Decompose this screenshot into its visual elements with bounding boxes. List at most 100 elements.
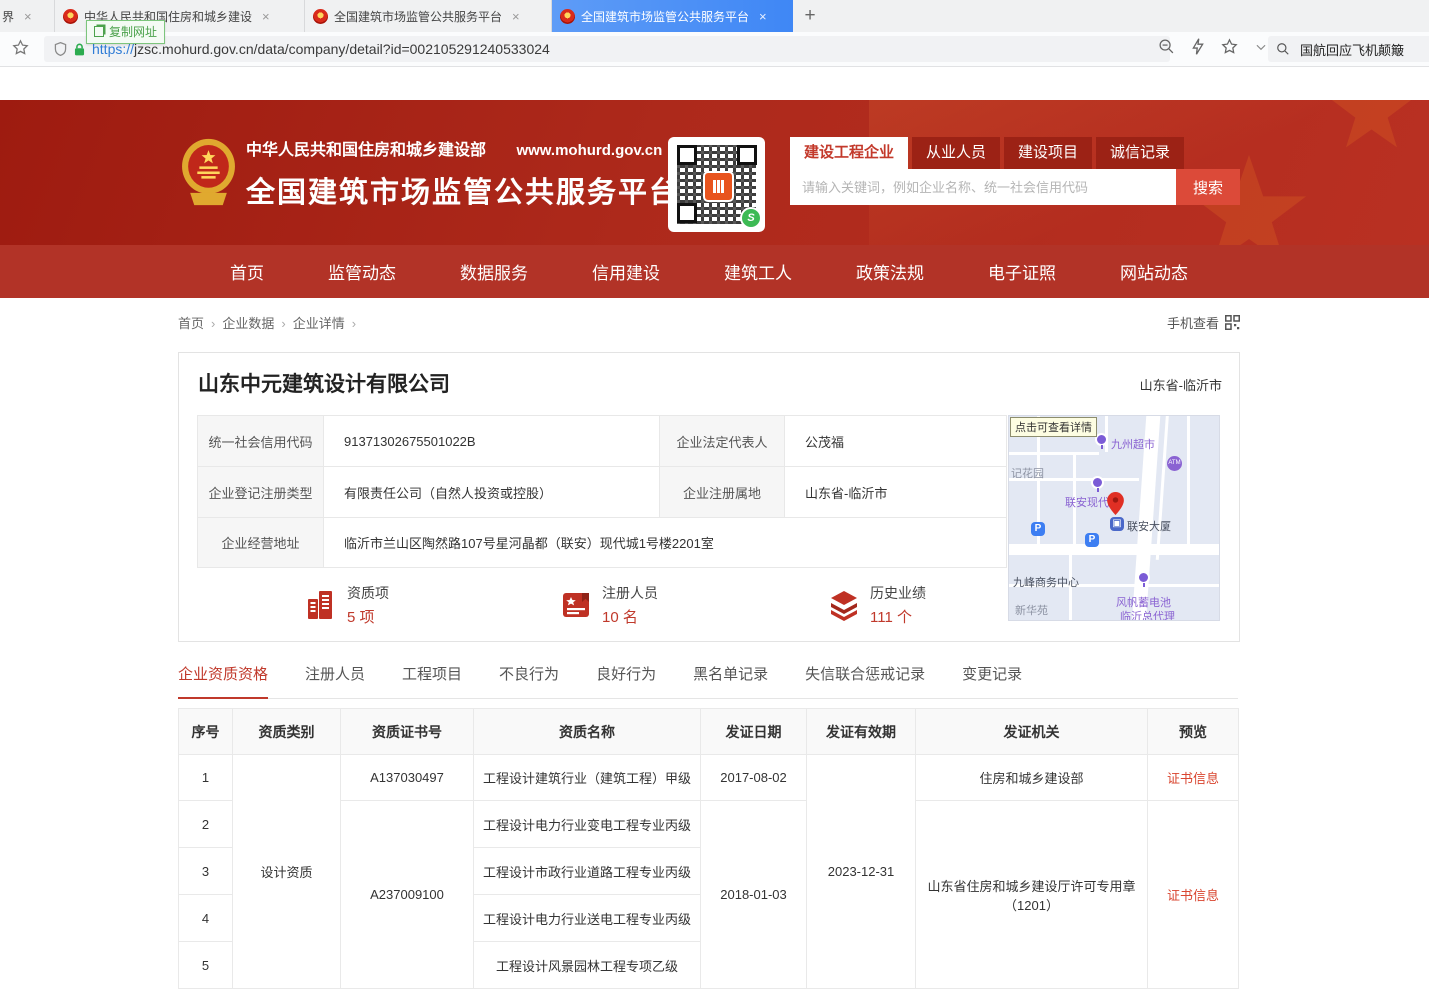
- secure-lock-icon: [74, 43, 85, 56]
- flash-reader-icon[interactable]: [1191, 38, 1205, 55]
- search-tab-credit[interactable]: 诚信记录: [1096, 137, 1184, 169]
- col-seq: 序号: [179, 709, 233, 755]
- breadcrumb-home[interactable]: 首页: [178, 316, 204, 331]
- bookmark-star-icon[interactable]: [12, 39, 29, 56]
- company-info-table: 统一社会信用代码 91371302675501022B 企业法定代表人 公茂福 …: [197, 415, 1007, 568]
- nav-item-e-license[interactable]: 电子证照: [988, 259, 1056, 284]
- site-banner: 中华人民共和国住房和城乡建设部 www.mohurd.gov.cn 全国建筑市场…: [0, 100, 1429, 245]
- tab-projects[interactable]: 工程项目: [402, 663, 462, 698]
- stat-historical-performance: 历史业绩 111 个: [827, 583, 926, 627]
- stat-registered-personnel: 注册人员 10 名: [559, 583, 658, 627]
- certificate-info-link[interactable]: 证书信息: [1167, 888, 1219, 903]
- quick-search-box[interactable]: [1268, 36, 1429, 62]
- tab-bad-behavior[interactable]: 不良行为: [499, 663, 559, 698]
- col-issue-date: 发证日期: [701, 709, 807, 755]
- tab-dishonesty-records[interactable]: 失信联合惩戒记录: [805, 663, 925, 698]
- search-button[interactable]: 搜索: [1176, 169, 1240, 205]
- emblem-favicon-icon: [560, 9, 575, 24]
- info-label: 企业注册属地: [660, 467, 785, 518]
- stat-value: 111 个: [870, 606, 926, 627]
- search-tab-enterprise[interactable]: 建设工程企业: [790, 137, 908, 169]
- stat-label: 资质项: [347, 583, 389, 603]
- tab-title: 全国建筑市场监管公共服务平台: [581, 8, 749, 25]
- browser-tab-partial[interactable]: 界 ×: [0, 0, 55, 32]
- company-summary-panel: 山东中元建筑设计有限公司 山东省-临沂市 统一社会信用代码 9137130267…: [178, 352, 1240, 642]
- location-marker-icon: [1107, 492, 1124, 515]
- nav-item-policy[interactable]: 政策法规: [856, 259, 924, 284]
- tab-title: 全国建筑市场监管公共服务平台: [334, 8, 502, 25]
- detail-tabs: 企业资质资格 注册人员 工程项目 不良行为 良好行为 黑名单记录 失信联合惩戒记…: [178, 663, 1238, 699]
- map-label-tower: 联安大厦: [1127, 518, 1171, 534]
- nav-item-workers[interactable]: 建筑工人: [724, 259, 792, 284]
- stat-value: 10 名: [602, 606, 658, 627]
- nav-item-site-news[interactable]: 网站动态: [1120, 259, 1188, 284]
- zoom-out-icon[interactable]: [1158, 38, 1175, 55]
- col-category: 资质类别: [233, 709, 341, 755]
- certificate-info-link[interactable]: 证书信息: [1167, 771, 1219, 786]
- table-header-row: 序号 资质类别 资质证书号 资质名称 发证日期 发证有效期 发证机关 预览: [179, 709, 1239, 755]
- preview-cell: 证书信息: [1148, 801, 1239, 989]
- url-field[interactable]: https://jzsc.mohurd.gov.cn/data/company/…: [44, 36, 1170, 62]
- nav-item-supervision[interactable]: 监管动态: [328, 259, 396, 284]
- issue-date-cell: 2018-01-03: [701, 801, 807, 989]
- company-location-map[interactable]: 点击可查看详情 九州超市 记花园 ATM 联安现代城 ▣ 联安大厦 P P 九峰…: [1008, 415, 1220, 621]
- keyword-search-input[interactable]: [790, 169, 1176, 205]
- authority-cell: 山东省住房和城乡建设厅许可专用章 （1201）: [916, 801, 1148, 989]
- breadcrumb-company-detail[interactable]: 企业详情: [293, 316, 345, 331]
- parking-icon: P: [1085, 533, 1099, 547]
- validity-cell: 2023-12-31: [807, 755, 916, 989]
- emblem-favicon-icon: [313, 9, 328, 24]
- tab-close-icon[interactable]: ×: [262, 9, 270, 24]
- col-preview: 预览: [1148, 709, 1239, 755]
- national-emblem-logo: [180, 136, 237, 209]
- tab-qualifications[interactable]: 企业资质资格: [178, 663, 268, 699]
- breadcrumb-company-data[interactable]: 企业数据: [222, 316, 274, 331]
- legal-rep-value: 公茂福: [785, 416, 1007, 467]
- info-label: 企业法定代表人: [660, 416, 785, 467]
- tab-blacklist[interactable]: 黑名单记录: [693, 663, 768, 698]
- browser-tab-jzsc-1[interactable]: 全国建筑市场监管公共服务平台 ×: [305, 0, 552, 32]
- tab-change-records[interactable]: 变更记录: [962, 663, 1022, 698]
- search-tab-project[interactable]: 建设项目: [1004, 137, 1092, 169]
- breadcrumb: 首页›企业数据›企业详情› 手机查看: [178, 313, 1240, 335]
- stat-qualifications: 资质项 5 项: [304, 583, 389, 627]
- search-category-tabs: 建设工程企业 从业人员 建设项目 诚信记录: [790, 137, 1240, 169]
- map-pin-icon: [1091, 476, 1104, 489]
- certificate-icon: [559, 588, 593, 622]
- map-tooltip: 点击可查看详情: [1010, 417, 1097, 437]
- banner-star-decoration: [1329, 100, 1414, 155]
- mobile-view-label: 手机查看: [1167, 313, 1219, 332]
- seq-cell: 3: [179, 848, 233, 895]
- info-label: 企业经营地址: [198, 518, 324, 568]
- copy-icon: [94, 26, 104, 37]
- browser-tab-jzsc-active[interactable]: 全国建筑市场监管公共服务平台 ×: [552, 0, 793, 32]
- cert-no-cell: A137030497: [341, 755, 474, 801]
- shield-icon[interactable]: [54, 42, 67, 56]
- company-region: 山东省-临沂市: [1140, 375, 1222, 394]
- banner-titles: 中华人民共和国住房和城乡建设部 www.mohurd.gov.cn 全国建筑市场…: [246, 136, 680, 211]
- favorite-star-icon[interactable]: [1221, 38, 1238, 55]
- category-cell: 设计资质: [233, 755, 341, 989]
- company-name: 山东中元建筑设计有限公司: [198, 368, 450, 398]
- map-label-garden: 记花园: [1011, 465, 1044, 481]
- nav-item-credit[interactable]: 信用建设: [592, 259, 660, 284]
- chevron-down-icon[interactable]: [1254, 40, 1268, 54]
- tab-good-behavior[interactable]: 良好行为: [596, 663, 656, 698]
- nav-item-home[interactable]: 首页: [230, 259, 264, 284]
- browser-tab-bar: 界 × 中华人民共和国住房和城乡建设 × 全国建筑市场监管公共服务平台 × 全国…: [0, 0, 1429, 32]
- copy-url-tooltip[interactable]: 复制网址: [86, 20, 165, 44]
- tab-close-icon[interactable]: ×: [24, 9, 32, 24]
- qual-name-cell: 工程设计建筑行业（建筑工程）甲级: [474, 755, 701, 801]
- preview-cell: 证书信息: [1148, 755, 1239, 801]
- tab-close-icon[interactable]: ×: [512, 9, 520, 24]
- tab-registered-personnel[interactable]: 注册人员: [305, 663, 365, 698]
- mobile-view[interactable]: 手机查看: [1167, 313, 1240, 332]
- qr-center-logo: [703, 171, 734, 202]
- search-tab-personnel[interactable]: 从业人员: [912, 137, 1000, 169]
- tab-close-icon[interactable]: ×: [759, 9, 767, 24]
- nav-item-data-service[interactable]: 数据服务: [460, 259, 528, 284]
- quick-search-input[interactable]: [1298, 41, 1420, 58]
- new-tab-button[interactable]: +: [793, 0, 827, 32]
- ministry-website: www.mohurd.gov.cn: [516, 142, 662, 159]
- url-rest: jzsc.mohurd.gov.cn/data/company/detail?i…: [134, 41, 550, 57]
